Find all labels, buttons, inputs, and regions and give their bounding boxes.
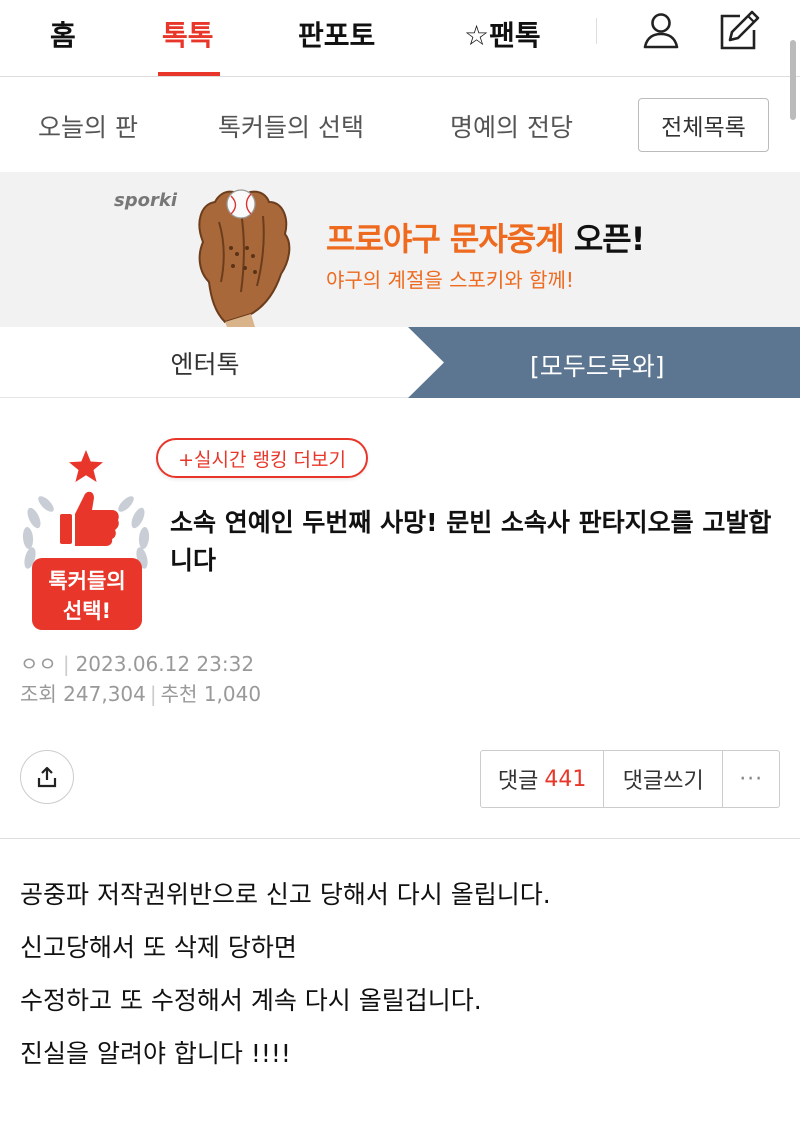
active-tab-indicator xyxy=(158,72,220,76)
more-options-button[interactable]: ··· xyxy=(723,751,779,807)
badge-line2: 선택! xyxy=(63,599,111,623)
share-button[interactable] xyxy=(20,750,74,804)
views-label: 조회 xyxy=(20,682,57,706)
body-line: 진실을 알려야 합니다 !!!! xyxy=(20,1039,291,1068)
post-title: 소속 연예인 두번째 사망! 문빈 소속사 판타지오를 고발합니다 xyxy=(170,508,772,575)
nav-divider xyxy=(596,18,597,44)
subnav-hall-of-fame[interactable]: 명예의 전당 xyxy=(450,108,573,144)
post-body: 공중파 저작권위반으로 신고 당해서 다시 올립니다. 신고당해서 또 삭제 당… xyxy=(20,868,780,1080)
brand-logo: sporki xyxy=(114,190,177,211)
comments-button[interactable]: 댓글 441 xyxy=(481,751,605,807)
banner-title: 프로야구 문자중계 오픈! xyxy=(326,214,645,260)
body-line: 신고당해서 또 삭제 당하면 xyxy=(20,933,297,962)
author-name[interactable]: ㅇㅇ xyxy=(20,652,57,676)
body-line: 수정하고 또 수정해서 계속 다시 올릴겁니다. xyxy=(20,986,482,1015)
baseball-glove-icon xyxy=(185,182,305,327)
top-nav: 홈 톡톡 판포토 ☆팬톡 xyxy=(0,0,800,77)
views-count: 247,304 xyxy=(63,682,146,706)
tab-fantalk[interactable]: ☆팬톡 xyxy=(464,14,541,54)
user-icon[interactable] xyxy=(641,10,681,50)
recommend-label: 추천 xyxy=(160,682,198,706)
talker-choice-badge: 톡커들의 선택! xyxy=(20,448,152,632)
tab-entertalk[interactable]: 엔터톡 xyxy=(0,327,410,398)
tab-panphoto[interactable]: 판포토 xyxy=(298,14,375,54)
post-date: 2023.06.12 23:32 xyxy=(75,652,255,676)
realtime-ranking-button[interactable]: +실시간 랭킹 더보기 xyxy=(156,438,368,478)
write-icon[interactable] xyxy=(718,10,760,50)
comments-count: 441 xyxy=(544,766,587,792)
tab-toktok[interactable]: 톡톡 xyxy=(162,14,214,54)
banner-subtitle: 야구의 계절을 스포키와 함께! xyxy=(326,268,574,292)
share-icon xyxy=(37,766,57,788)
recommend-count: 1,040 xyxy=(203,682,262,706)
post-meta-stats: 조회 247,304 | 추천 1,040 xyxy=(20,682,262,706)
write-comment-button[interactable]: 댓글쓰기 xyxy=(604,751,724,807)
badge-line1: 톡커들의 xyxy=(48,569,125,593)
content-divider xyxy=(0,838,800,839)
post-meta-author-date: ㅇㅇ | 2023.06.12 23:32 xyxy=(20,652,255,676)
tab-home[interactable]: 홈 xyxy=(50,14,76,54)
tab-all-come[interactable]: [모두드루와] xyxy=(530,347,665,383)
body-line: 공중파 저작권위반으로 신고 당해서 다시 올립니다. xyxy=(20,880,551,909)
subnav-talker-choice[interactable]: 톡커들의 선택 xyxy=(218,108,364,144)
banner-title-highlight: 프로야구 문자중계 xyxy=(326,220,565,258)
sub-nav: 오늘의 판 톡커들의 선택 명예의 전당 전체목록 xyxy=(0,78,800,172)
ad-banner[interactable]: sporki 프로야구 문자중계 오픈! 야구의 계절을 스포키와 함께! xyxy=(0,172,800,327)
subnav-today[interactable]: 오늘의 판 xyxy=(38,108,138,144)
section-tabs: 엔터톡 [모두드루와] xyxy=(0,327,800,398)
comments-label: 댓글 xyxy=(497,769,539,794)
all-list-button[interactable]: 전체목록 xyxy=(638,98,769,152)
banner-title-rest: 오픈! xyxy=(563,220,645,258)
comment-actions: 댓글 441 댓글쓰기 ··· xyxy=(480,750,780,808)
